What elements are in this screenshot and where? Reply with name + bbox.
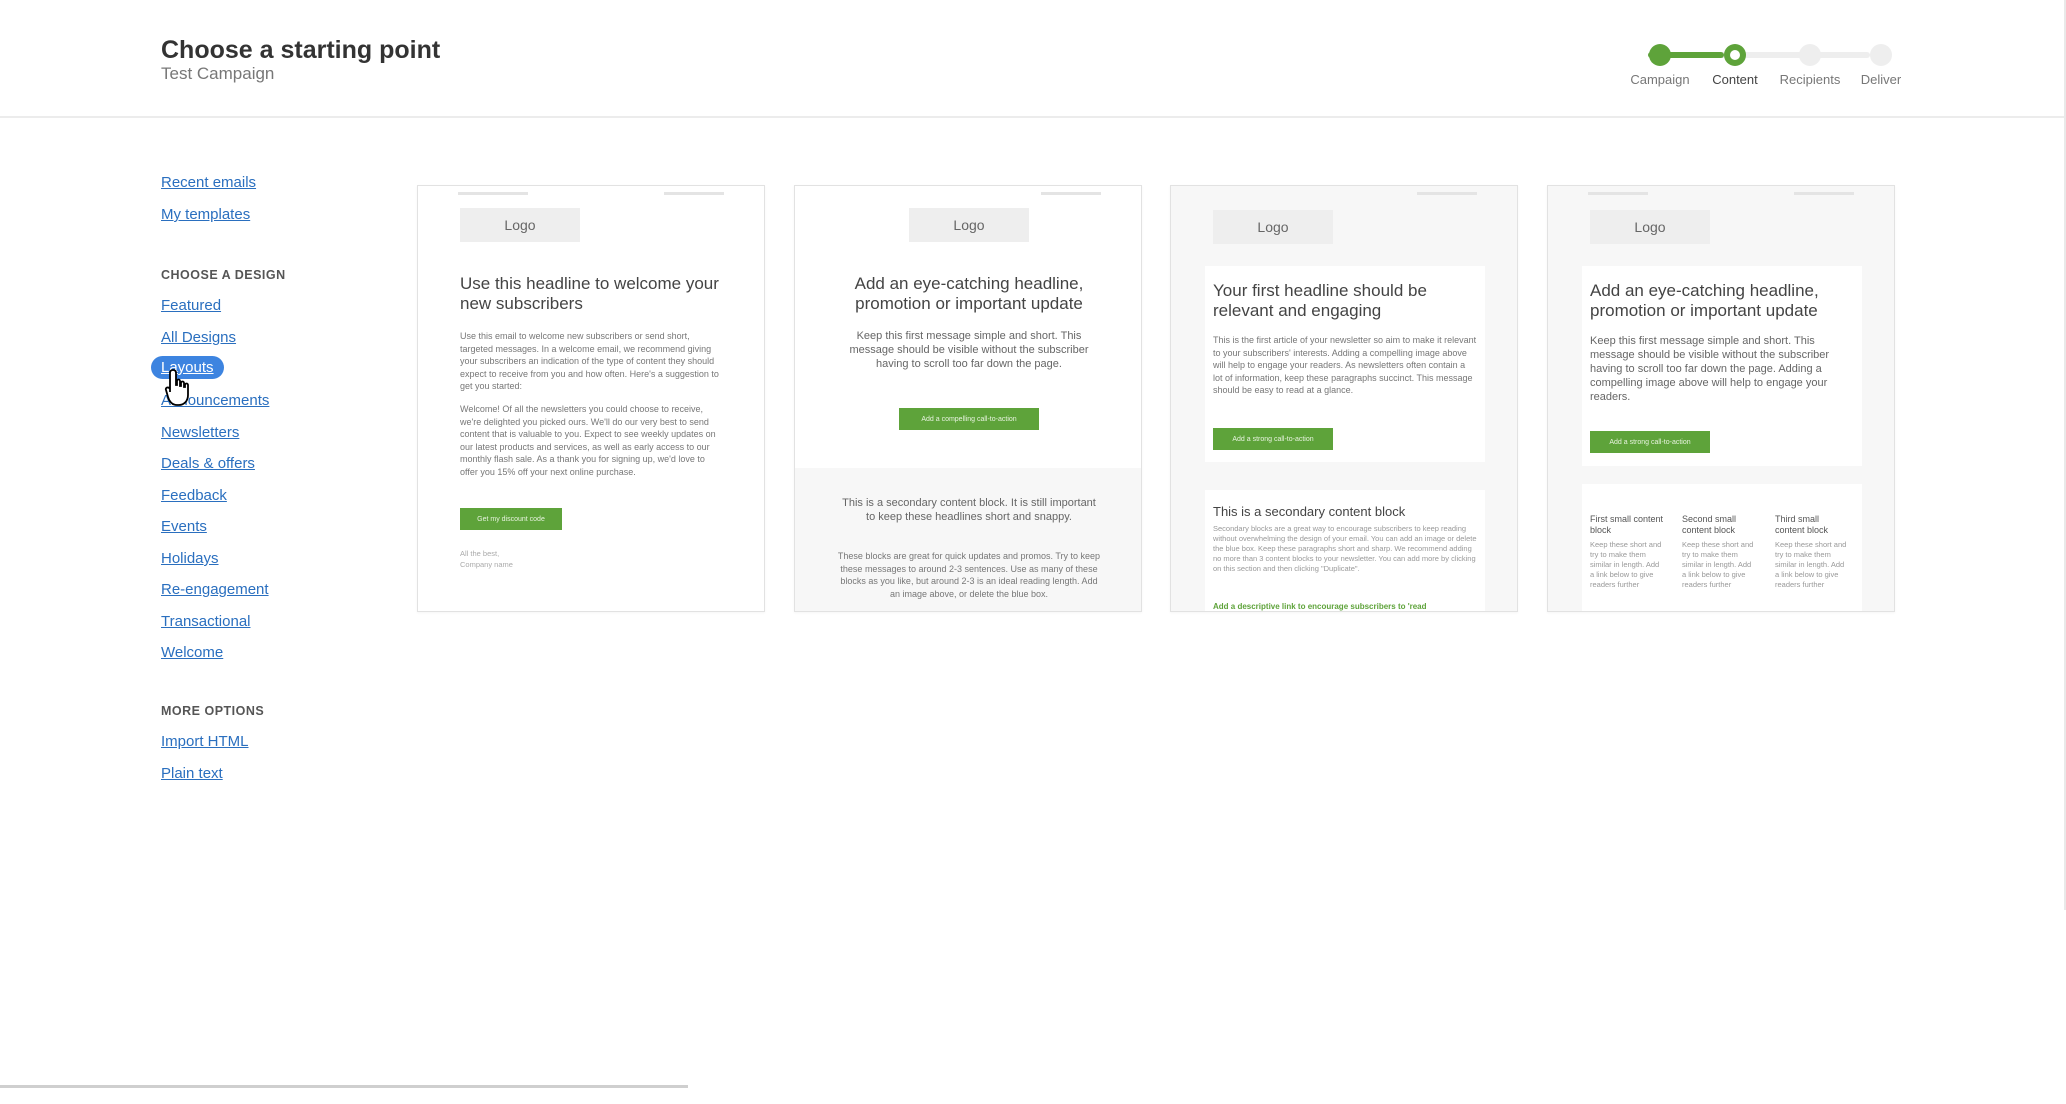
template-signoff-line1: All the best, xyxy=(460,549,500,558)
template-body-intro: Keep this first message simple and short… xyxy=(1590,335,1830,403)
template-card-promotion[interactable]: Logo Add an eye-catching headline, promo… xyxy=(794,185,1142,612)
step-deliver-label: Deliver xyxy=(1860,72,1902,87)
template-cta-button: Add a strong call-to-action xyxy=(1213,428,1333,450)
step-campaign-dot[interactable] xyxy=(1649,44,1671,66)
recent-emails-link[interactable]: Recent emails xyxy=(161,174,256,191)
more-options-heading: MORE OPTIONS xyxy=(161,704,265,718)
template-signoff: All the best, Company name xyxy=(460,548,660,570)
plain-text-link[interactable]: Plain text xyxy=(161,765,223,782)
step-deliver-dot xyxy=(1870,44,1892,66)
horizontal-scrollbar[interactable] xyxy=(0,1085,688,1088)
progress-stepper: Campaign Content Recipients Deliver xyxy=(1620,40,1910,110)
my-templates-link[interactable]: My templates xyxy=(161,206,250,223)
hand-cursor-icon xyxy=(164,369,189,406)
template-headline: Use this headline to welcome your new su… xyxy=(460,274,719,313)
step-recipients-label: Recipients xyxy=(1779,72,1841,87)
column-text: Keep these short and try to make them si… xyxy=(1590,540,1662,589)
page-title: Choose a starting point xyxy=(161,36,441,64)
design-deals-link[interactable]: Deals & offers xyxy=(161,455,255,472)
page-header: Choose a starting point Test Campaign Ca… xyxy=(0,0,2066,118)
template-card-columns[interactable]: Logo Add an eye-catching headline, promo… xyxy=(1547,185,1895,612)
template-signoff-line2: Company name xyxy=(460,560,513,569)
column-title: First small content block xyxy=(1590,514,1664,535)
template-logo-placeholder: Logo xyxy=(460,208,580,242)
template-card-newsletter[interactable]: Logo Your first headline should be relev… xyxy=(1170,185,1518,612)
template-logo-placeholder: Logo xyxy=(1213,210,1333,244)
column-text: Keep these short and try to make them si… xyxy=(1775,540,1847,589)
template-headline: Your first headline should be relevant a… xyxy=(1213,281,1427,320)
template-cta-button: Get my discount code xyxy=(460,508,562,530)
step-recipients-dot xyxy=(1799,44,1821,66)
design-events-link[interactable]: Events xyxy=(161,518,207,535)
template-cta-button: Add a compelling call-to-action xyxy=(899,408,1039,430)
choose-design-heading: CHOOSE A DESIGN xyxy=(161,268,286,282)
template-column-third: Third small content block Keep these sho… xyxy=(1775,514,1849,590)
import-html-link[interactable]: Import HTML xyxy=(161,733,249,750)
campaign-name: Test Campaign xyxy=(161,64,275,83)
design-featured-link[interactable]: Featured xyxy=(161,297,221,314)
column-text: Keep these short and try to make them si… xyxy=(1682,540,1754,589)
template-cta-button: Add a strong call-to-action xyxy=(1590,431,1710,453)
column-title: Second small content block xyxy=(1682,514,1737,535)
template-body-welcome: Welcome! Of all the newsletters you coul… xyxy=(460,404,716,477)
template-card-welcome[interactable]: Logo Use this headline to welcome your n… xyxy=(417,185,765,612)
template-headline: Add an eye-catching headline, promotion … xyxy=(1590,281,1819,320)
design-holidays-link[interactable]: Holidays xyxy=(161,550,219,567)
template-headline: Add an eye-catching headline, promotion … xyxy=(854,274,1084,313)
step-content-dot xyxy=(1724,44,1746,66)
design-welcome-link[interactable]: Welcome xyxy=(161,644,223,661)
design-all-designs-link[interactable]: All Designs xyxy=(161,329,236,346)
design-feedback-link[interactable]: Feedback xyxy=(161,487,227,504)
template-secondary-headline: This is a secondary content block xyxy=(1213,504,1406,519)
column-title: Third small content block xyxy=(1775,514,1829,535)
template-secondary-body: These blocks are great for quick updates… xyxy=(837,551,1101,599)
template-descriptive-link: Add a descriptive link to encourage subs… xyxy=(1213,602,1427,611)
template-secondary-headline: This is a secondary content block. It is… xyxy=(842,497,1096,523)
template-logo-placeholder: Logo xyxy=(1590,210,1710,244)
template-secondary-body: Secondary blocks are a great way to enco… xyxy=(1213,524,1477,573)
template-body-intro: Keep this first message simple and short… xyxy=(849,330,1089,370)
template-logo-placeholder: Logo xyxy=(909,208,1029,242)
design-newsletters-link[interactable]: Newsletters xyxy=(161,424,239,441)
design-reengagement-link[interactable]: Re-engagement xyxy=(161,581,269,598)
design-transactional-link[interactable]: Transactional xyxy=(161,613,251,630)
template-column-first: First small content block Keep these sho… xyxy=(1590,514,1664,590)
template-body-intro: Use this email to welcome new subscriber… xyxy=(460,331,719,391)
template-body-intro: This is the first article of your newsle… xyxy=(1213,335,1477,395)
template-column-second: Second small content block Keep these sh… xyxy=(1682,514,1756,590)
